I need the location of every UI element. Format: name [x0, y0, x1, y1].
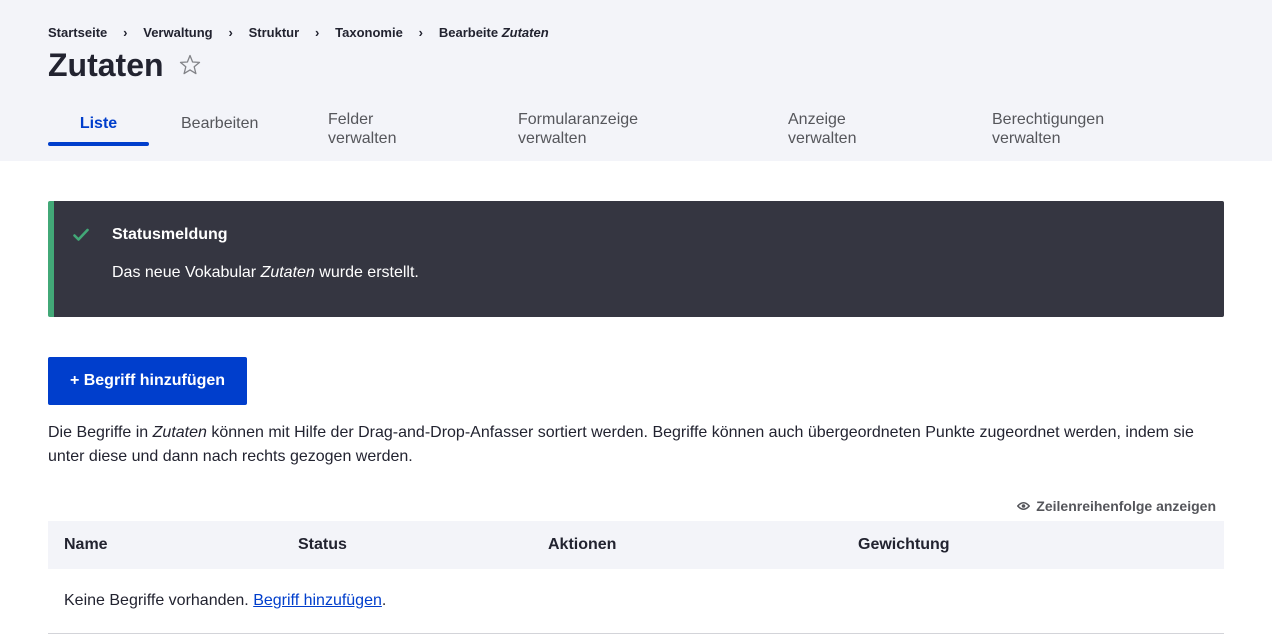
page-header: Startseite › Verwaltung › Struktur › Tax…	[0, 0, 1272, 161]
breadcrumb: Startseite › Verwaltung › Struktur › Tax…	[48, 25, 549, 40]
breadcrumb-separator: ›	[123, 25, 128, 40]
desc-before: Die Begriffe in	[48, 424, 149, 441]
terms-table: Name Status Aktionen Gewichtung Keine Be…	[48, 521, 1224, 634]
empty-text: Keine Begriffe vorhanden.	[64, 592, 249, 609]
tab-bearbeiten[interactable]: Bearbeiten	[181, 114, 258, 133]
breadcrumb-current-prefix: Bearbeite	[438, 25, 499, 40]
tab-felder-line2: verwalten	[328, 130, 397, 147]
help-description: Die Begriffe in Zutaten können mit Hilfe…	[48, 421, 1224, 469]
title-row: Zutaten	[48, 45, 203, 85]
breadcrumb-verwaltung[interactable]: Verwaltung	[143, 25, 212, 40]
column-header-weight: Gewichtung	[858, 536, 950, 553]
breadcrumb-struktur[interactable]: Struktur	[249, 25, 300, 40]
desc-vocabulary: Zutaten	[152, 424, 207, 441]
tab-formularanzeige-verwalten[interactable]: Formularanzeige verwalten	[518, 110, 638, 148]
breadcrumb-separator: ›	[418, 25, 424, 40]
tab-formular-line2: verwalten	[518, 130, 587, 147]
breadcrumb-current-name: Zutaten	[501, 25, 549, 40]
tab-felder-verwalten[interactable]: Felder verwalten	[328, 110, 396, 148]
column-header-name: Name	[64, 536, 108, 553]
status-text-before: Das neue Vokabular	[112, 264, 257, 281]
status-text: Das neue Vokabular Zutaten wurde erstell…	[112, 264, 419, 282]
checkmark-icon	[73, 228, 89, 247]
show-row-order-button[interactable]: Zeilenreihenfolge anzeigen	[1017, 498, 1216, 514]
tab-liste[interactable]: Liste	[48, 114, 149, 133]
breadcrumb-startseite[interactable]: Startseite	[48, 25, 107, 40]
desc-after: können mit Hilfe der Drag-and-Drop-Anfas…	[48, 424, 1194, 465]
tab-active-indicator	[48, 142, 149, 146]
status-message: Statusmeldung Das neue Vokabular Zutaten…	[48, 201, 1224, 317]
tab-anzeige-line2: verwalten	[788, 130, 857, 147]
breadcrumb-separator: ›	[315, 25, 320, 40]
tab-anzeige-verwalten[interactable]: Anzeige verwalten	[788, 110, 856, 148]
tab-berechtigungen-line1: Berechtigungen	[992, 111, 1105, 128]
tab-berechtigungen-verwalten[interactable]: Berechtigungen verwalten	[992, 110, 1104, 148]
status-text-after: wurde erstellt.	[319, 264, 419, 281]
add-term-button[interactable]: + Begriff hinzufügen	[48, 357, 247, 405]
star-icon[interactable]	[177, 52, 203, 78]
column-header-actions: Aktionen	[548, 536, 617, 553]
breadcrumb-current: Bearbeite Zutaten	[439, 25, 549, 40]
table-header: Name Status Aktionen Gewichtung	[48, 521, 1224, 569]
status-title: Statusmeldung	[112, 226, 228, 243]
row-order-label: Zeilenreihenfolge anzeigen	[1036, 498, 1216, 514]
page-title: Zutaten	[48, 47, 164, 83]
tab-anzeige-line1: Anzeige	[788, 111, 846, 128]
status-text-vocabulary: Zutaten	[260, 264, 315, 281]
tab-berechtigungen-line2: verwalten	[992, 130, 1061, 147]
tab-felder-line1: Felder	[328, 111, 374, 128]
breadcrumb-separator: ›	[228, 25, 233, 40]
empty-message: Keine Begriffe vorhanden. Begriff hinzuf…	[64, 592, 386, 610]
tab-formular-line1: Formularanzeige	[518, 111, 639, 128]
empty-suffix: .	[381, 592, 387, 609]
column-header-status: Status	[298, 536, 347, 553]
breadcrumb-taxonomie[interactable]: Taxonomie	[335, 25, 403, 40]
eye-icon	[1017, 501, 1031, 511]
add-term-link[interactable]: Begriff hinzufügen	[253, 592, 382, 609]
